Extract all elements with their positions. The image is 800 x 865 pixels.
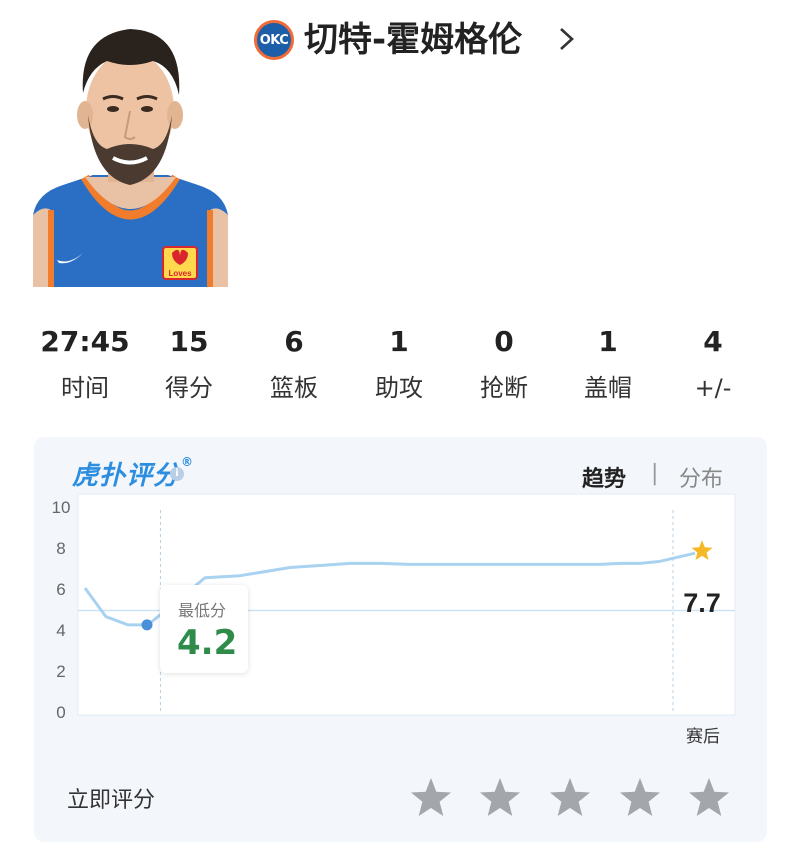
stat-value: 27:45 xyxy=(40,325,130,358)
stat-steals: 0 抢断 xyxy=(449,322,559,408)
player-header: Loves OKC 切特-霍姆格伦 xyxy=(0,0,800,300)
stat-label: 盖帽 xyxy=(584,374,632,402)
stat-label: 时间 xyxy=(61,374,109,402)
tab-trend[interactable]: 趋势 xyxy=(582,461,626,493)
svg-text:Loves: Loves xyxy=(168,269,192,278)
stat-value: 6 xyxy=(284,325,304,358)
info-icon[interactable]: i xyxy=(170,467,184,481)
stat-value: 15 xyxy=(169,325,209,358)
stat-value: 1 xyxy=(389,325,409,358)
rate-star-icon[interactable] xyxy=(478,776,522,820)
stat-value: 1 xyxy=(598,325,618,358)
stat-points: 15 得分 xyxy=(134,322,244,408)
stat-assists: 1 助攻 xyxy=(344,322,454,408)
stat-plus-minus: 4 +/- xyxy=(658,322,768,408)
stat-label: 得分 xyxy=(165,374,213,402)
stat-label: 助攻 xyxy=(375,374,423,402)
stat-label: +/- xyxy=(694,374,732,402)
min-score-label: 最低分 xyxy=(178,601,227,620)
min-score-value: 4.2 xyxy=(177,623,238,663)
tab-separator: | xyxy=(651,461,659,486)
rate-star-icon[interactable] xyxy=(687,776,731,820)
rate-star-icon[interactable] xyxy=(409,776,453,820)
stats-row: 27:45 时间 15 得分 6 篮板 1 助攻 0 抢断 1 盖帽 4 +/- xyxy=(0,322,800,412)
stat-value: 0 xyxy=(494,325,514,358)
stat-label: 篮板 xyxy=(270,374,318,402)
chevron-right-icon[interactable] xyxy=(552,24,582,54)
stat-blocks: 1 盖帽 xyxy=(553,322,663,408)
stat-value: 4 xyxy=(703,325,723,358)
team-logo: OKC xyxy=(254,20,294,60)
rate-star-icon[interactable] xyxy=(548,776,592,820)
player-name[interactable]: 切特-霍姆格伦 xyxy=(304,18,522,62)
min-score-tooltip: 最低分 4.2 xyxy=(160,585,248,673)
stat-minutes: 27:45 时间 xyxy=(30,322,140,408)
tab-distribution[interactable]: 分布 xyxy=(679,461,723,493)
stat-label: 抢断 xyxy=(480,374,528,402)
rate-now-label: 立即评分 xyxy=(67,788,156,813)
player-photo: Loves xyxy=(33,29,228,287)
rate-star-icon[interactable] xyxy=(618,776,662,820)
stat-rebounds: 6 篮板 xyxy=(239,322,349,408)
